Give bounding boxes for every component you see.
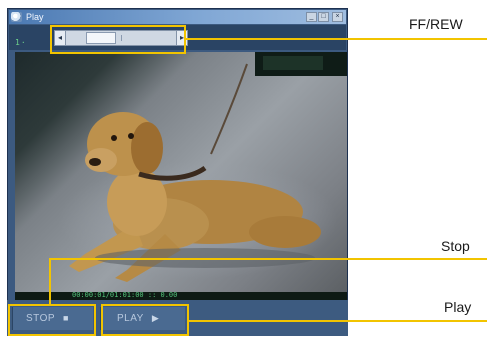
status-strip: 00:00:01/01:01:00 :: 0.00 (15, 291, 347, 300)
close-icon[interactable]: × (332, 12, 343, 22)
play-callout-label: Play (444, 299, 472, 315)
dog-image (69, 52, 347, 282)
app-icon (11, 12, 22, 22)
stop-callout-box (8, 304, 96, 336)
stop-callout-label: Stop (441, 238, 470, 254)
stop-callout-vline (49, 258, 51, 304)
ffrew-callout-line (186, 38, 487, 40)
window-title: Play (26, 12, 44, 22)
maximize-icon[interactable]: □ (318, 12, 329, 22)
play-callout-line (189, 320, 487, 322)
ffrew-callout-label: FF/REW (409, 16, 463, 32)
minimize-icon[interactable]: _ (306, 12, 317, 22)
ffrew-callout-box (50, 25, 186, 54)
status-readout: 00:00:01/01:01:00 :: 0.00 (72, 291, 178, 299)
video-display (15, 52, 347, 292)
stop-callout-line (49, 258, 487, 260)
player-window: Play _ □ × 1· ◂ ▸ 00:00:01/01:01:00:: 0… (7, 8, 348, 336)
play-callout-box (101, 304, 189, 336)
time-counter: 1· (15, 38, 27, 47)
title-bar[interactable]: Play _ □ × (9, 10, 346, 24)
